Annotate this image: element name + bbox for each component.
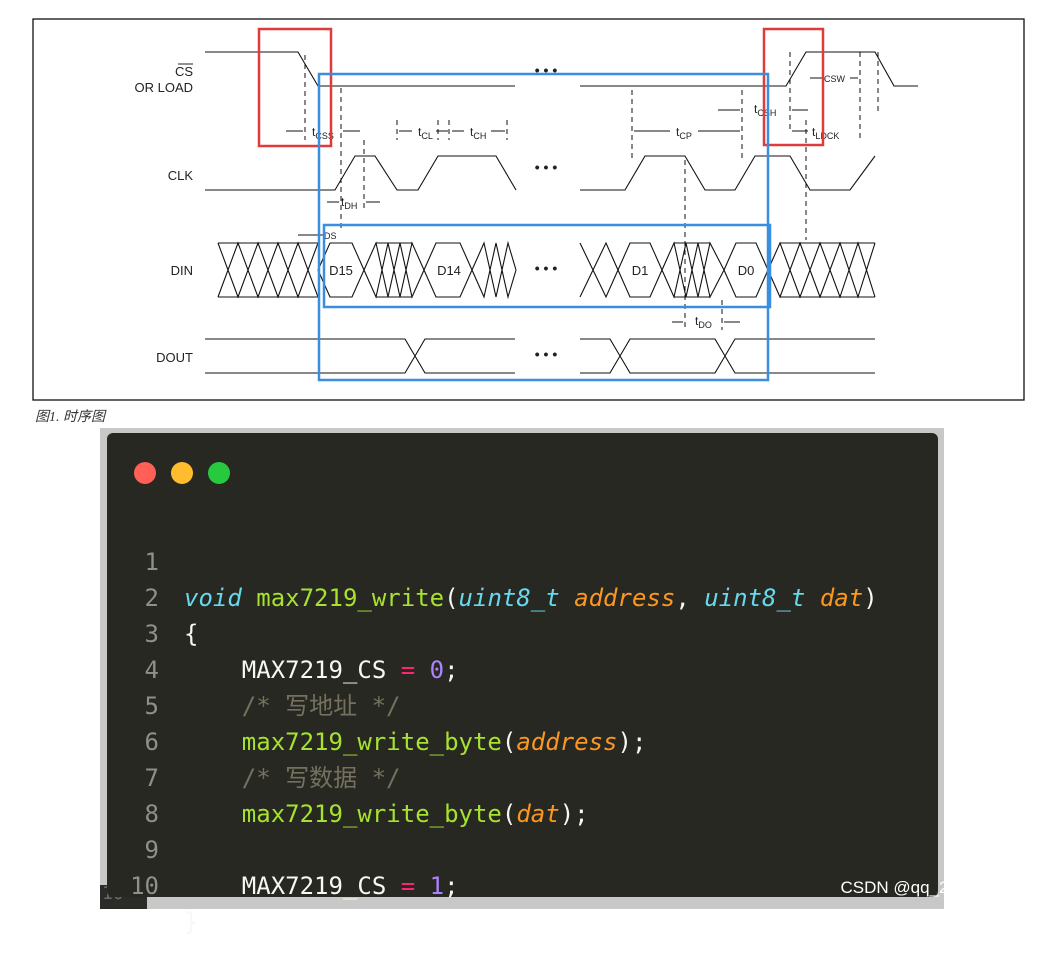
code-line: 7 max7219_write_byte(dat); xyxy=(107,724,589,828)
svg-text:• • •: • • • xyxy=(535,346,558,362)
code-line: 4 /* 写地址 */ xyxy=(107,616,401,720)
code-line: 1 void max7219_write(uint8_t address, ui… xyxy=(107,508,878,612)
code-line: 2 { xyxy=(107,544,199,648)
svg-text:D0: D0 xyxy=(738,263,755,278)
csdn-watermark: CSDN @qq_25814297-npl xyxy=(840,878,1044,897)
code-line: 10 } xyxy=(107,832,198,936)
or-load-label: OR LOAD xyxy=(134,80,193,95)
svg-text:D14: D14 xyxy=(437,263,461,278)
clk-label: CLK xyxy=(168,168,194,183)
cs-label: CS xyxy=(175,64,193,79)
din-label: DIN xyxy=(171,263,193,278)
code-window: 1 void max7219_write(uint8_t address, ui… xyxy=(107,433,938,936)
svg-text:DS: DS xyxy=(324,231,337,241)
svg-text:D1: D1 xyxy=(632,263,649,278)
figure-caption: 图1. 时序图 xyxy=(35,410,105,425)
svg-text:CSW: CSW xyxy=(824,74,846,84)
svg-text:D15: D15 xyxy=(329,263,353,278)
code-line: 3 MAX7219_CS = 0; xyxy=(107,580,459,684)
svg-text:• • •: • • • xyxy=(535,62,558,78)
close-dot-icon[interactable] xyxy=(134,462,156,484)
code-line: 5 max7219_write_byte(address); xyxy=(107,652,647,756)
maximize-dot-icon[interactable] xyxy=(208,462,230,484)
line-number: 10 xyxy=(130,872,159,900)
code-line: 6 /* 写数据 */ xyxy=(107,688,401,792)
svg-text:• • •: • • • xyxy=(535,159,558,175)
minimize-dot-icon[interactable] xyxy=(171,462,193,484)
svg-text:• • •: • • • xyxy=(535,260,558,276)
code-line: 9 MAX7219_CS = 1; xyxy=(107,796,459,900)
dout-label: DOUT xyxy=(156,350,193,365)
code-line: 8 xyxy=(107,760,194,828)
timing-diagram: CS OR LOAD CLK DIN DOUT tCSS tCL tCH tCP… xyxy=(32,18,1025,401)
